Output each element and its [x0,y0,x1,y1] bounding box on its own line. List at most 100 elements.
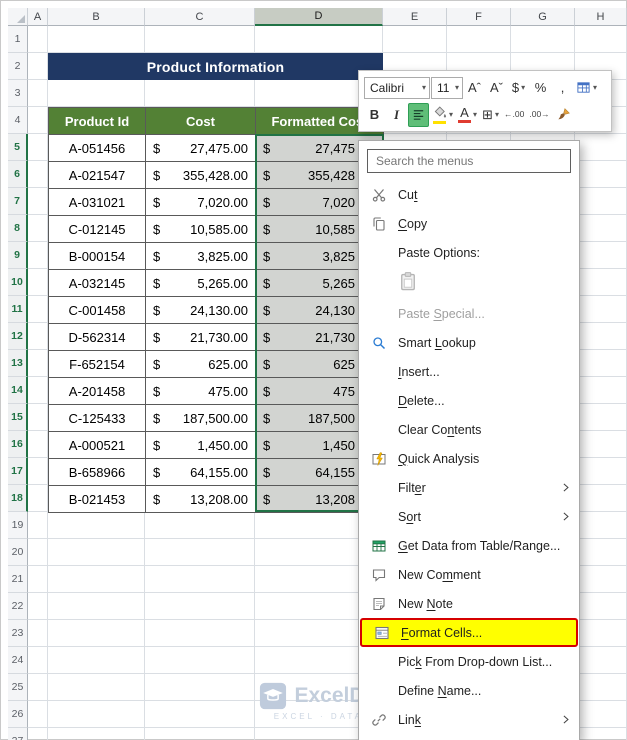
cell-product-id[interactable]: B-000154 [49,243,146,270]
italic-button[interactable]: I [386,103,407,127]
cell-product-id[interactable]: A-000521 [49,432,146,459]
format-as-table-button[interactable]: ▾ [574,76,599,100]
row-header-1[interactable]: 1 [8,26,28,53]
column-header-D[interactable]: D [255,8,383,26]
menu-item-quick-analysis[interactable]: Quick Analysis [359,444,579,473]
cell-cost[interactable]: $1,450.00 [146,432,256,459]
menu-item-sort[interactable]: Sort [359,502,579,531]
menu-item-insert[interactable]: Insert... [359,357,579,386]
row-header-10[interactable]: 10 [8,269,28,296]
menu-search-input[interactable] [367,149,571,173]
menu-item-filter[interactable]: Filter [359,473,579,502]
row-header-24[interactable]: 24 [8,647,28,674]
row-header-27[interactable]: 27 [8,728,28,740]
row-header-7[interactable]: 7 [8,188,28,215]
cell-product-id[interactable]: B-658966 [49,459,146,486]
fill-color-button[interactable]: ▾ [430,103,455,127]
cell-cost[interactable]: $355,428.00 [146,162,256,189]
row-header-16[interactable]: 16 [8,431,28,458]
row-header-25[interactable]: 25 [8,674,28,701]
menu-item-get-data-from-table-range[interactable]: Get Data from Table/Range... [359,531,579,560]
align-left-button[interactable] [408,102,429,127]
row-header-5[interactable]: 5 [8,134,28,161]
cell-product-id[interactable]: A-031021 [49,189,146,216]
select-all-corner[interactable] [8,8,28,26]
menu-item-smart-lookup[interactable]: Smart Lookup [359,328,579,357]
cell-product-id[interactable]: C-001458 [49,297,146,324]
menu-item-clear-contents[interactable]: Clear Contents [359,415,579,444]
table-header-product-id[interactable]: Product Id [49,108,146,135]
cell-cost[interactable]: $10,585.00 [146,216,256,243]
cell-product-id[interactable]: C-125433 [49,405,146,432]
menu-item-link[interactable]: Link [359,705,579,734]
grow-font-button[interactable]: Aˆ [464,76,485,100]
cell-cost[interactable]: $27,475.00 [146,135,256,162]
column-header-E[interactable]: E [383,8,447,26]
column-header-F[interactable]: F [447,8,511,26]
cell-product-id[interactable]: D-562314 [49,324,146,351]
cell-cost[interactable]: $7,020.00 [146,189,256,216]
format-painter-button[interactable] [553,103,574,127]
bold-button[interactable]: B [364,103,385,127]
row-header-6[interactable]: 6 [8,161,28,188]
row-header-20[interactable]: 20 [8,539,28,566]
cell-cost[interactable]: $475.00 [146,378,256,405]
row-header-4[interactable]: 4 [8,107,28,134]
row-header-21[interactable]: 21 [8,566,28,593]
title-banner[interactable]: Product Information [48,53,383,80]
percent-style-button[interactable]: % [530,76,551,100]
font-color-button[interactable]: A ▾ [456,103,479,127]
cell-cost[interactable]: $21,730.00 [146,324,256,351]
menu-item-pick-from-drop-down-list[interactable]: Pick From Drop-down List... [359,647,579,676]
column-header-A[interactable]: A [28,8,48,26]
borders-button[interactable]: ⊞ ▾ [480,103,501,127]
row-header-9[interactable]: 9 [8,242,28,269]
cell-cost[interactable]: $13,208.00 [146,486,256,513]
row-header-12[interactable]: 12 [8,323,28,350]
column-header-G[interactable]: G [511,8,575,26]
row-header-3[interactable]: 3 [8,80,28,107]
row-header-22[interactable]: 22 [8,593,28,620]
cell-product-id[interactable]: A-021547 [49,162,146,189]
column-header-B[interactable]: B [48,8,145,26]
menu-item-cut[interactable]: Cut [359,180,579,209]
row-header-11[interactable]: 11 [8,296,28,323]
cell-cost[interactable]: $625.00 [146,351,256,378]
comma-style-button[interactable]: , [552,76,573,100]
decrease-decimal-button[interactable]: .00→ [527,103,551,127]
menu-item-format-cells[interactable]: Format Cells... [360,618,578,647]
row-header-8[interactable]: 8 [8,215,28,242]
row-header-2[interactable]: 2 [8,53,28,80]
row-header-18[interactable]: 18 [8,485,28,512]
column-header-H[interactable]: H [575,8,627,26]
row-header-23[interactable]: 23 [8,620,28,647]
menu-item-delete[interactable]: Delete... [359,386,579,415]
cell-product-id[interactable]: A-032145 [49,270,146,297]
grid-column-H[interactable] [575,26,627,740]
cell-product-id[interactable]: C-012145 [49,216,146,243]
font-size-combo[interactable]: 11 ▾ [431,76,463,99]
row-header-13[interactable]: 13 [8,350,28,377]
row-header-17[interactable]: 17 [8,458,28,485]
cell-cost[interactable]: $64,155.00 [146,459,256,486]
row-header-19[interactable]: 19 [8,512,28,539]
menu-item-new-comment[interactable]: New Comment [359,560,579,589]
accounting-format-button[interactable]: $ ▾ [508,76,529,100]
shrink-font-button[interactable]: Aˇ [486,76,507,100]
font-name-combo[interactable]: Calibri ▾ [364,76,430,99]
column-header-C[interactable]: C [145,8,255,26]
cell-product-id[interactable]: B-021453 [49,486,146,513]
table-header-cost[interactable]: Cost [146,108,256,135]
menu-item-new-note[interactable]: New Note [359,589,579,618]
cell-cost[interactable]: $24,130.00 [146,297,256,324]
menu-item-define-name[interactable]: Define Name... [359,676,579,705]
cell-cost[interactable]: $187,500.00 [146,405,256,432]
cell-cost[interactable]: $5,265.00 [146,270,256,297]
row-header-15[interactable]: 15 [8,404,28,431]
menu-item-copy[interactable]: Copy [359,209,579,238]
row-header-26[interactable]: 26 [8,701,28,728]
cell-product-id[interactable]: A-051456 [49,135,146,162]
cell-product-id[interactable]: A-201458 [49,378,146,405]
cell-cost[interactable]: $3,825.00 [146,243,256,270]
cell-product-id[interactable]: F-652154 [49,351,146,378]
